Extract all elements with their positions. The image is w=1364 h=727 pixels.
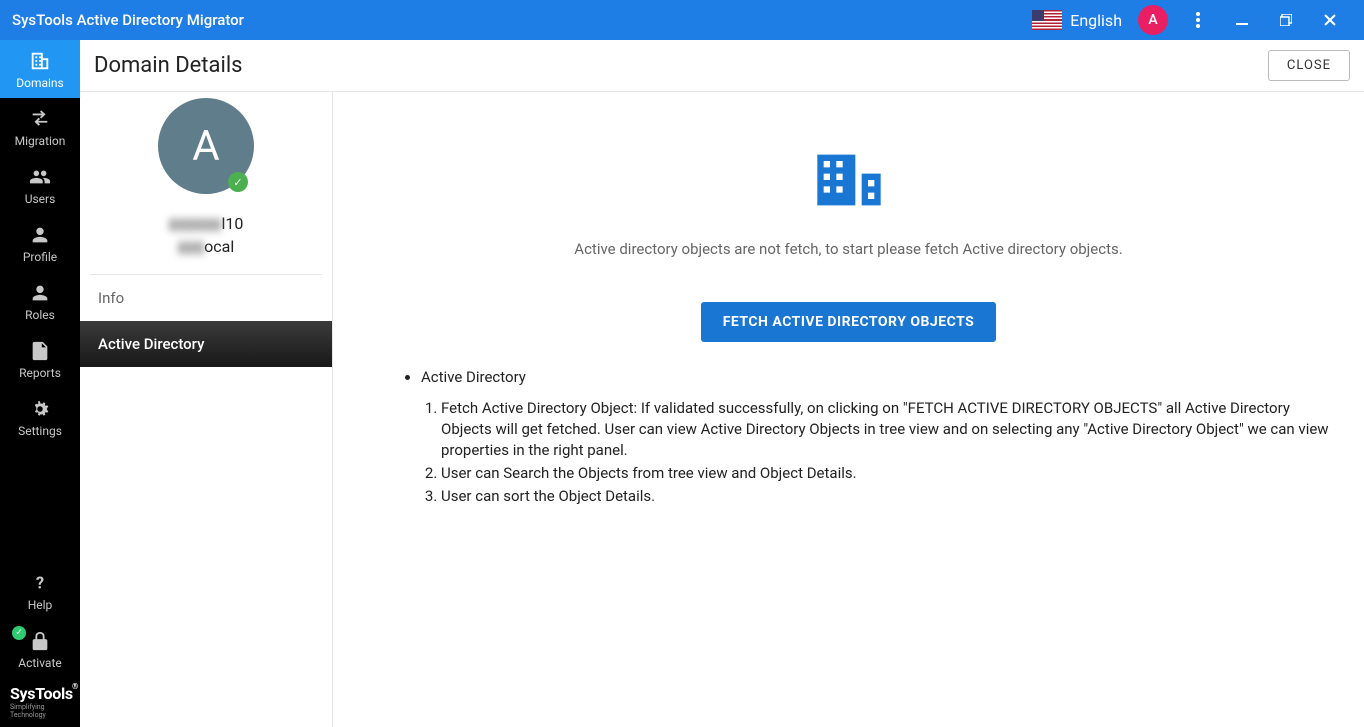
minimize-button[interactable] <box>1220 0 1264 40</box>
svg-text:?: ? <box>36 575 44 594</box>
domain-side-panel: A ▮▮▮▮▮▮l10 ▮▮▮ocal Info Active Director… <box>80 92 333 727</box>
app-title: SysTools Active Directory Migrator <box>12 11 244 29</box>
tab-info[interactable]: Info <box>80 275 332 321</box>
sidebar-item-domains[interactable]: Domains <box>0 40 80 98</box>
domain-subname: ▮▮▮ocal <box>178 237 235 256</box>
sidebar-label: Help <box>28 598 53 612</box>
user-avatar[interactable]: A <box>1138 5 1168 35</box>
sidebar-item-settings[interactable]: Settings <box>0 388 80 446</box>
check-badge-icon <box>12 626 26 640</box>
domain-avatar: A <box>158 98 254 194</box>
sidebar-label: Profile <box>23 250 57 264</box>
sidebar-item-roles[interactable]: Roles <box>0 272 80 330</box>
users-icon <box>29 166 51 188</box>
language-selector[interactable]: English <box>1032 10 1122 30</box>
sidebar-item-help[interactable]: ? Help <box>0 562 80 620</box>
tab-active-directory[interactable]: Active Directory <box>80 321 332 367</box>
sidebar-item-reports[interactable]: Reports <box>0 330 80 388</box>
fetch-objects-button[interactable]: FETCH ACTIVE DIRECTORY OBJECTS <box>701 302 997 342</box>
sidebar-label: Activate <box>18 656 62 670</box>
sidebar-item-activate[interactable]: Activate <box>0 620 80 678</box>
page-title: Domain Details <box>94 53 243 78</box>
close-window-button[interactable] <box>1308 0 1352 40</box>
activate-icon <box>29 630 51 652</box>
content-panel: Active directory objects are not fetch, … <box>333 92 1364 727</box>
page-header: Domain Details CLOSE <box>80 40 1364 92</box>
building-icon <box>29 50 51 72</box>
sidebar-label: Users <box>25 192 56 206</box>
maximize-button[interactable] <box>1264 0 1308 40</box>
migration-icon <box>29 108 51 130</box>
reports-icon <box>29 340 51 362</box>
roles-icon <box>29 282 51 304</box>
language-label: English <box>1070 11 1122 30</box>
help-icon: ? <box>29 572 51 594</box>
close-button[interactable]: CLOSE <box>1268 50 1350 81</box>
brand-logo: SysTools® Simplifying Technology <box>0 678 80 727</box>
titlebar: SysTools Active Directory Migrator Engli… <box>0 0 1364 40</box>
us-flag-icon <box>1032 10 1062 30</box>
help-item: Fetch Active Directory Object: If valida… <box>441 398 1336 461</box>
sidebar-label: Roles <box>25 308 55 322</box>
minimize-icon <box>1236 14 1248 26</box>
maximize-icon <box>1280 14 1292 26</box>
help-heading: Active Directory <box>421 368 1336 386</box>
help-item: User can sort the Object Details. <box>441 486 1336 507</box>
sidebar: Domains Migration Users Profile Roles Re… <box>0 40 80 727</box>
help-section: Active Directory Fetch Active Directory … <box>361 368 1336 507</box>
sidebar-label: Settings <box>18 424 62 438</box>
sidebar-item-migration[interactable]: Migration <box>0 98 80 156</box>
gear-icon <box>29 398 51 420</box>
sidebar-label: Reports <box>19 366 61 380</box>
sidebar-item-profile[interactable]: Profile <box>0 214 80 272</box>
close-icon <box>1324 14 1336 26</box>
sidebar-label: Domains <box>16 76 64 90</box>
help-item: User can Search the Objects from tree vi… <box>441 463 1336 484</box>
domain-name: ▮▮▮▮▮▮l10 <box>169 214 244 233</box>
more-options-button[interactable] <box>1176 0 1220 40</box>
empty-state-message: Active directory objects are not fetch, … <box>574 240 1122 258</box>
profile-icon <box>29 224 51 246</box>
verified-check-icon <box>228 172 248 192</box>
kebab-icon <box>1196 12 1200 28</box>
sidebar-item-users[interactable]: Users <box>0 156 80 214</box>
sidebar-label: Migration <box>15 134 66 148</box>
empty-building-icon <box>808 142 890 218</box>
